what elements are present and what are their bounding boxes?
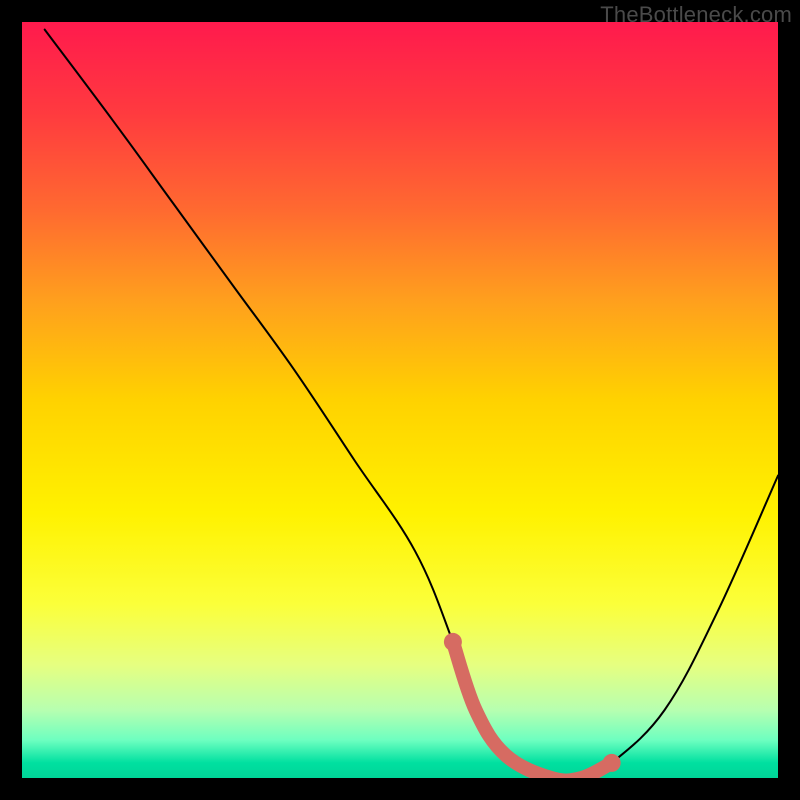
chart-stage: TheBottleneck.com [0,0,800,800]
highlight-segment [453,642,612,778]
highlight-dot [444,633,462,651]
curve-line [45,30,778,778]
chart-svg [22,22,778,778]
plot-area [22,22,778,778]
highlight-dot [603,754,621,772]
